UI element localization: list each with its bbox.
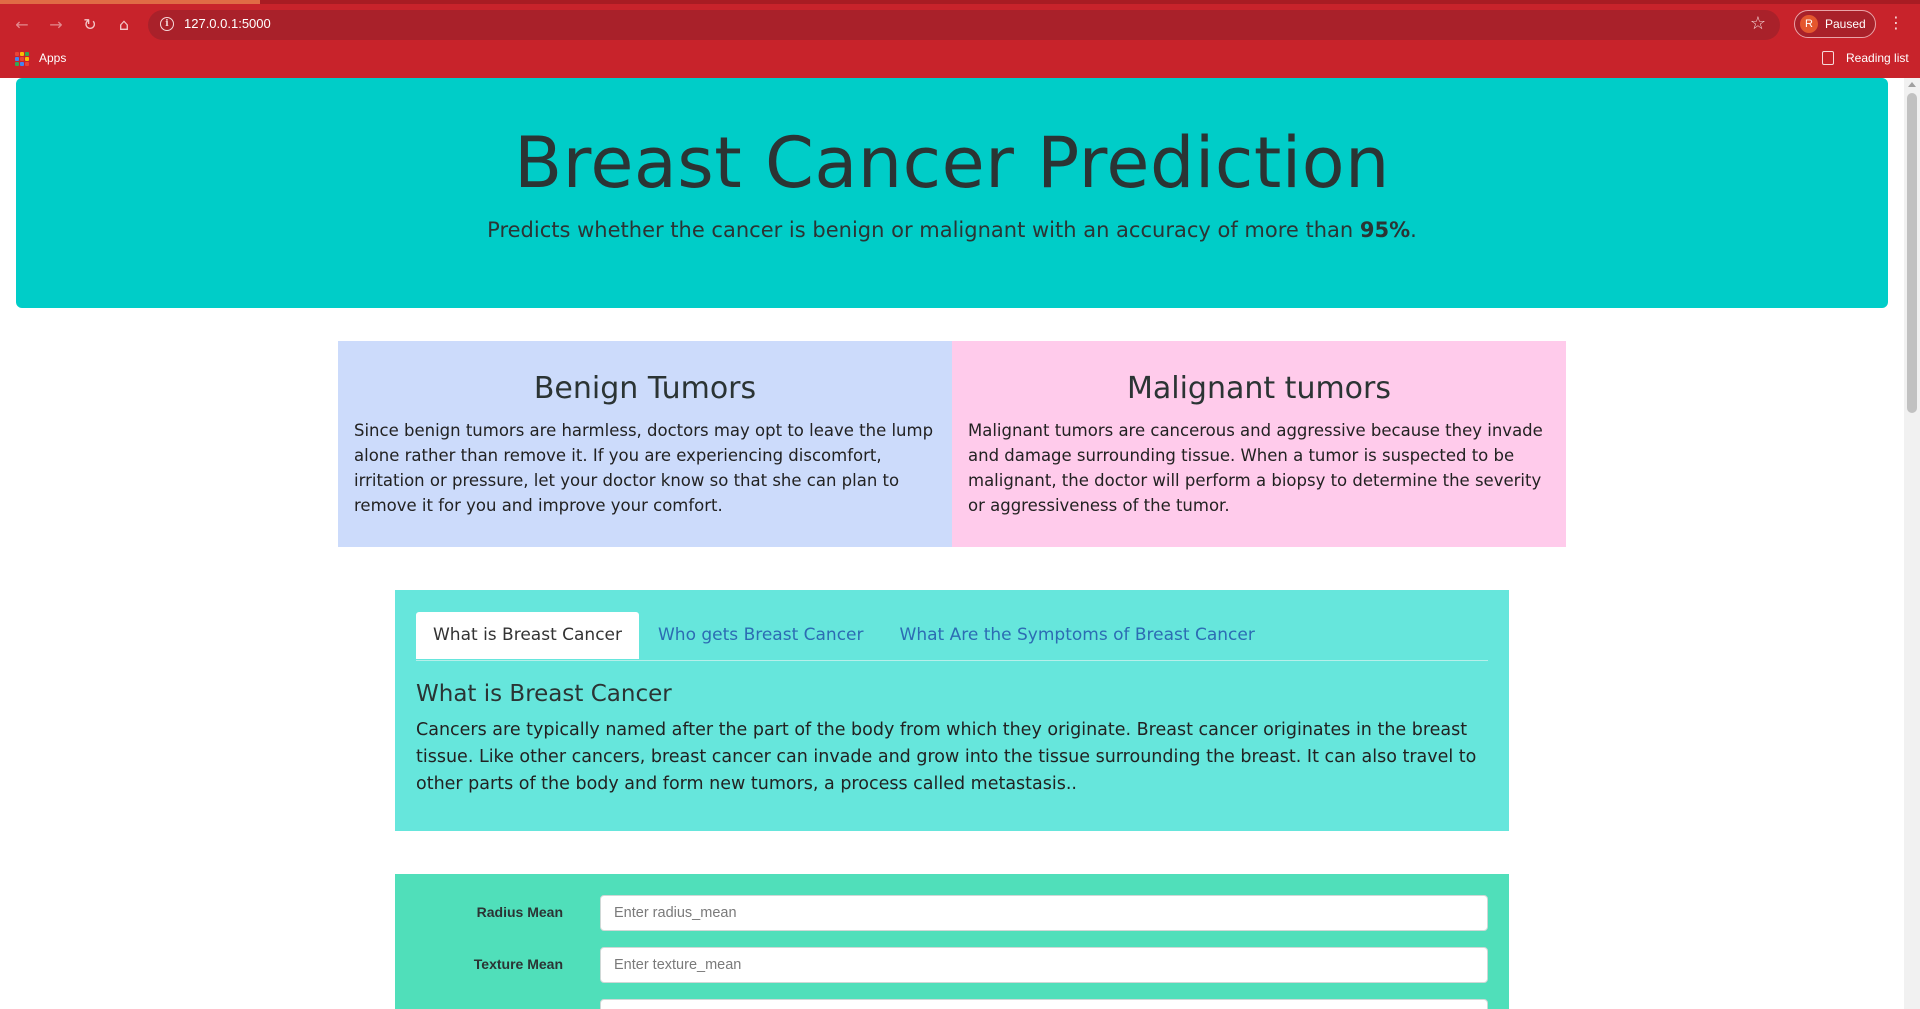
reload-icon[interactable]: ↻ bbox=[78, 12, 102, 36]
home-icon[interactable]: ⌂ bbox=[112, 12, 136, 36]
malignant-description: Malignant tumors are cancerous and aggre… bbox=[968, 421, 1543, 515]
address-bar[interactable]: i 127.0.0.1:5000 ☆ bbox=[148, 10, 1780, 40]
benign-description: Since benign tumors are harmless, doctor… bbox=[354, 421, 934, 515]
accuracy-value: 95% bbox=[1359, 218, 1411, 242]
avatar: R bbox=[1800, 15, 1818, 33]
kebab-menu-icon[interactable]: ⋮ bbox=[1888, 12, 1904, 36]
hero-banner: Breast Cancer Prediction Predicts whethe… bbox=[16, 78, 1888, 308]
tab-strip bbox=[0, 0, 1920, 4]
info-tabs-panel: What is Breast Cancer Who gets Breast Ca… bbox=[395, 590, 1509, 831]
scroll-up-arrow-icon[interactable] bbox=[1908, 82, 1916, 87]
benign-card: Benign Tumors Since benign tumors are ha… bbox=[338, 341, 952, 547]
forward-arrow-icon[interactable]: → bbox=[44, 12, 68, 36]
browser-chrome: ← → ↻ ⌂ i 127.0.0.1:5000 ☆ R Paused ⋮ Ap… bbox=[0, 0, 1920, 78]
hero-subtitle: Predicts whether the cancer is benign or… bbox=[16, 218, 1888, 242]
tumor-info-row: Benign Tumors Since benign tumors are ha… bbox=[338, 341, 1566, 547]
tab-bar: What is Breast Cancer Who gets Breast Ca… bbox=[416, 612, 1488, 661]
texture-mean-input[interactable] bbox=[600, 947, 1488, 983]
apps-grid-icon[interactable] bbox=[15, 52, 29, 66]
form-row-radius-mean: Radius Mean bbox=[395, 895, 1509, 931]
tab-who-gets-breast-cancer[interactable]: Who gets Breast Cancer bbox=[641, 612, 881, 659]
profile-status: Paused bbox=[1825, 17, 1866, 31]
malignant-title: Malignant tumors bbox=[1126, 371, 1391, 406]
reading-list-icon[interactable] bbox=[1822, 51, 1834, 65]
bookmark-apps[interactable]: Apps bbox=[39, 51, 66, 65]
url-text[interactable]: 127.0.0.1:5000 bbox=[184, 16, 271, 31]
site-info-icon[interactable]: i bbox=[160, 17, 174, 31]
bookmark-star-icon[interactable]: ☆ bbox=[1750, 13, 1766, 34]
next-field-input[interactable] bbox=[600, 999, 1488, 1009]
page-scrollbar[interactable] bbox=[1904, 78, 1920, 1009]
form-row-next bbox=[395, 999, 1509, 1009]
active-tab-indicator[interactable] bbox=[0, 0, 260, 4]
form-row-texture-mean: Texture Mean bbox=[395, 947, 1509, 983]
reading-list-button[interactable]: Reading list bbox=[1846, 51, 1909, 65]
texture-mean-label: Texture Mean bbox=[473, 956, 563, 972]
benign-title: Benign Tumors bbox=[533, 371, 757, 406]
hero-subtitle-text: Predicts whether the cancer is benign or… bbox=[487, 218, 1360, 242]
scroll-thumb[interactable] bbox=[1907, 93, 1917, 413]
radius-mean-input[interactable] bbox=[600, 895, 1488, 931]
tab-symptoms[interactable]: What Are the Symptoms of Breast Cancer bbox=[883, 612, 1272, 659]
profile-button[interactable]: R Paused bbox=[1794, 10, 1876, 38]
tab-content-heading: What is Breast Cancer bbox=[416, 681, 672, 707]
tab-content-text: Cancers are typically named after the pa… bbox=[416, 720, 1477, 794]
tab-what-is-breast-cancer[interactable]: What is Breast Cancer bbox=[416, 612, 639, 659]
back-arrow-icon[interactable]: ← bbox=[10, 12, 34, 36]
malignant-card: Malignant tumors Malignant tumors are ca… bbox=[952, 341, 1566, 547]
radius-mean-label: Radius Mean bbox=[476, 904, 563, 920]
prediction-form: Radius Mean Texture Mean bbox=[395, 874, 1509, 1009]
page-title: Breast Cancer Prediction bbox=[514, 122, 1390, 204]
hero-subtitle-end: . bbox=[1410, 218, 1417, 242]
